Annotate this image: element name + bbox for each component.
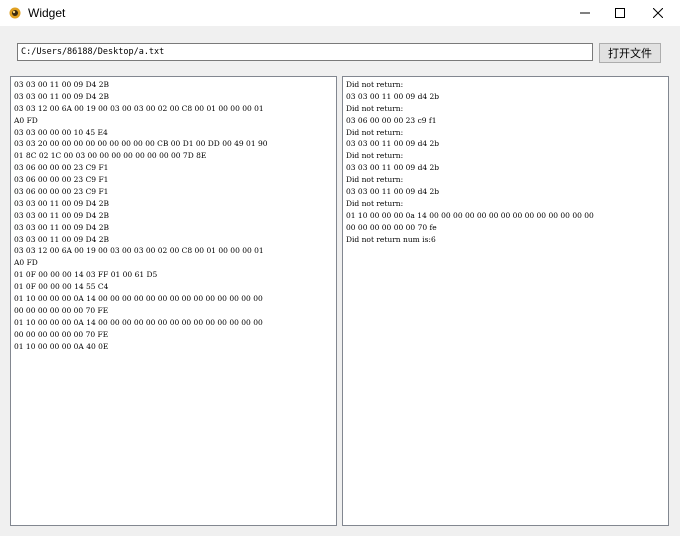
window-title: Widget xyxy=(28,6,66,20)
sent-data-text-area[interactable]: 03 03 00 11 00 09 D4 2B 03 03 00 11 00 09… xyxy=(10,76,337,526)
sent-data-lines: 03 03 00 11 00 09 D4 2B 03 03 00 11 00 09… xyxy=(11,77,336,354)
text-line: 03 03 00 11 00 09 D4 2B xyxy=(14,234,110,244)
minimize-button[interactable] xyxy=(568,0,602,26)
text-line: A0 FD xyxy=(14,115,38,125)
text-line: 01 8C 02 1C 00 03 00 00 00 00 00 00 00 0… xyxy=(14,151,207,161)
text-line: 03 03 00 11 00 09 d4 2b xyxy=(346,91,440,101)
text-line: 03 03 00 00 00 10 45 E4 xyxy=(14,127,108,137)
text-line: 03 06 00 00 00 23 C9 F1 xyxy=(14,163,109,173)
text-line: 01 0F 00 00 00 14 03 FF 01 00 61 D5 xyxy=(14,270,158,280)
close-button[interactable] xyxy=(641,0,675,26)
client-area: 打开文件 03 03 00 11 00 09 D4 2B03 03 00 11 … xyxy=(0,26,680,536)
text-line: A0 FD xyxy=(14,258,38,268)
text-line: 03 03 12 00 6A 00 19 00 03 00 03 00 02 0… xyxy=(14,103,264,113)
text-line: 03 06 00 00 00 23 c9 f1 xyxy=(346,115,437,125)
text-line: Did not return: xyxy=(346,198,404,208)
text-line: 03 06 00 00 00 23 C9 F1 xyxy=(14,187,109,197)
file-path-input[interactable] xyxy=(17,43,593,61)
text-line: 03 03 00 11 00 09 D4 2B xyxy=(14,91,110,101)
text-line: 03 03 20 00 00 00 00 00 00 00 00 00 CB 0… xyxy=(14,139,268,149)
text-line: Did not return: xyxy=(346,175,404,185)
text-line: 03 03 12 00 6A 00 19 00 03 00 03 00 02 0… xyxy=(14,246,264,256)
minimize-icon xyxy=(580,8,590,18)
result-lines: Did not return: 03 03 00 11 00 09 d4 2b Di… xyxy=(343,77,668,247)
text-line: 03 03 00 11 00 09 D4 2B xyxy=(14,222,110,232)
app-icon xyxy=(8,6,22,20)
text-line: 03 03 00 11 00 09 d4 2b xyxy=(346,139,440,149)
text-line: 01 10 00 00 00 0a 14 00 00 00 00 00 00 0… xyxy=(346,210,594,220)
text-line: 03 03 00 11 00 09 D4 2B xyxy=(14,198,110,208)
title-bar[interactable]: Widget xyxy=(0,0,680,26)
text-line: 03 06 00 00 00 23 C9 F1 xyxy=(14,175,109,185)
text-line: Did not return: xyxy=(346,151,404,161)
text-line: 03 03 00 11 00 09 d4 2b xyxy=(346,187,440,197)
text-line: 01 10 00 00 00 0A 14 00 00 00 00 00 00 0… xyxy=(14,294,263,304)
text-line: 01 0F 00 00 00 14 55 C4 xyxy=(14,282,109,292)
text-line: 03 03 00 11 00 09 D4 2B xyxy=(14,80,110,89)
text-line: Did not return: xyxy=(346,103,404,113)
text-line: 03 03 00 11 00 09 D4 2B xyxy=(14,210,110,220)
text-line: 03 03 00 11 00 09 d4 2b xyxy=(346,163,440,173)
close-icon xyxy=(653,8,663,18)
text-line: 00 00 00 00 00 00 70 FE xyxy=(14,329,109,339)
text-line: 01 10 00 00 00 0A 40 0E xyxy=(14,341,109,351)
text-line: Did not return: xyxy=(346,80,404,89)
text-line: Did not return num is:6 xyxy=(346,234,436,244)
result-text-area[interactable]: Did not return: 03 03 00 11 00 09 d4 2b Di… xyxy=(342,76,669,526)
maximize-icon xyxy=(615,8,625,18)
text-line: 00 00 00 00 00 00 70 FE xyxy=(14,305,109,315)
text-line: Did not return: xyxy=(346,127,404,137)
text-line: 00 00 00 00 00 00 70 fe xyxy=(346,222,437,232)
maximize-button[interactable] xyxy=(603,0,637,26)
app-window: Widget 打开文件 03 03 00 11 00 09 D4 2B03 03… xyxy=(0,0,680,536)
text-line: 01 10 00 00 00 0A 14 00 00 00 00 00 00 0… xyxy=(14,317,263,327)
open-file-button[interactable]: 打开文件 xyxy=(599,43,661,63)
